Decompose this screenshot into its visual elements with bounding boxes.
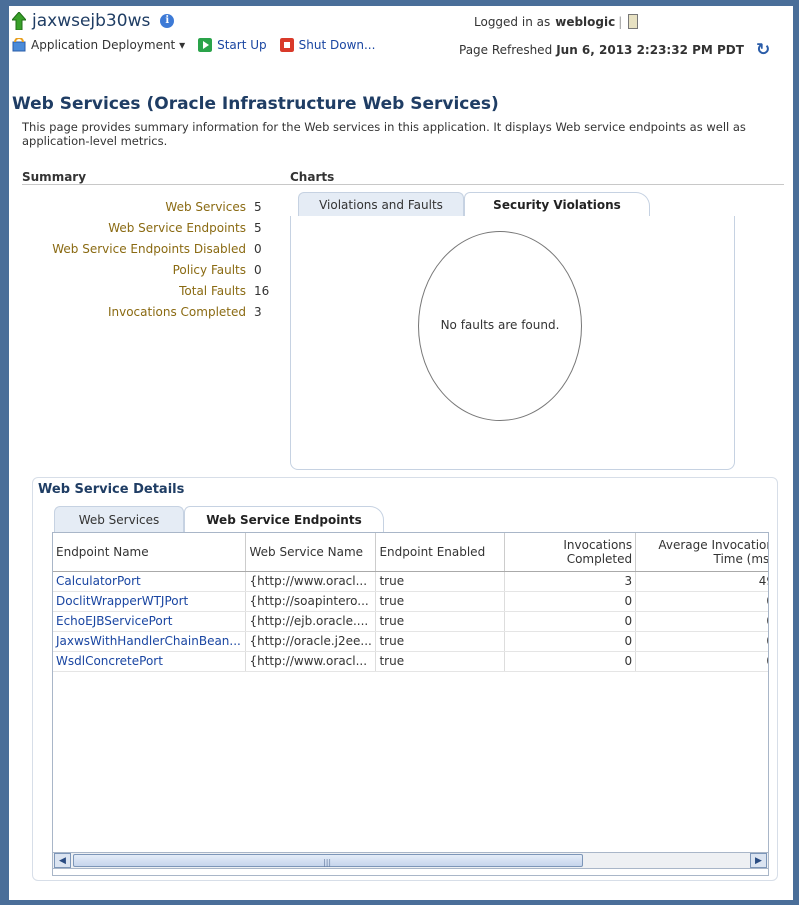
web-service-name: {http://oracle.j2ee... [245, 631, 377, 652]
endpoint-enabled: true [375, 591, 506, 612]
column-header-invocations-completed[interactable]: Invocations Completed [504, 533, 637, 572]
table-row[interactable]: DoclitWrapperWTJPort {http://soapintero.… [53, 591, 768, 612]
up-arrow-icon [12, 12, 26, 30]
charts-heading: Charts [290, 170, 335, 184]
section-divider [22, 184, 784, 185]
summary-row: Total Faults 16 [1, 284, 269, 298]
summary-heading: Summary [22, 170, 87, 184]
scroll-left-button[interactable]: ◀ [54, 853, 71, 868]
column-header-average-invocation-time[interactable]: Average Invocation Time (ms) [635, 533, 768, 572]
invocations-completed: 0 [504, 591, 637, 612]
endpoint-name-link[interactable]: DoclitWrapperWTJPort [53, 591, 247, 612]
endpoint-name-link[interactable]: CalculatorPort [53, 571, 247, 592]
shut-down-button[interactable]: Shut Down... [279, 38, 376, 52]
table-row[interactable]: CalculatorPort {http://www.oracl... true… [53, 571, 768, 592]
endpoint-name-link[interactable]: EchoEJBServicePort [53, 611, 247, 632]
application-deployment-label: Application Deployment ▾ [31, 38, 186, 52]
logged-in-user: weblogic [555, 14, 616, 29]
pager-icon[interactable] [628, 14, 639, 29]
horizontal-scrollbar[interactable]: ◀ ||| ▶ [52, 852, 769, 869]
summary-label: Web Services [165, 200, 246, 214]
tab-security-violations[interactable]: Security Violations [464, 192, 650, 216]
summary-value: 5 [254, 221, 262, 235]
column-header-endpoint-enabled[interactable]: Endpoint Enabled [375, 533, 506, 572]
web-service-name: {http://www.oracl... [245, 571, 377, 592]
invocations-completed: 0 [504, 611, 637, 632]
average-invocation-time: 0 [635, 651, 768, 672]
summary-value: 0 [254, 242, 262, 256]
endpoints-table: Endpoint Name Web Service Name Endpoint … [52, 532, 769, 876]
invocations-completed: 3 [504, 571, 637, 592]
average-invocation-time: 0 [635, 611, 768, 632]
web-service-name: {http://ejb.oracle.... [245, 611, 377, 632]
summary-row: Policy Faults 0 [1, 263, 262, 277]
application-deployment-menu[interactable]: Application Deployment ▾ [12, 38, 185, 52]
endpoint-enabled: true [375, 611, 506, 632]
summary-value: 3 [254, 305, 262, 319]
summary-label: Web Service Endpoints [108, 221, 246, 235]
scroll-right-button[interactable]: ▶ [750, 853, 767, 868]
summary-row: Invocations Completed 3 [1, 305, 262, 319]
average-invocation-time: 0 [635, 591, 768, 612]
app-name: jaxwsejb30ws [32, 11, 151, 31]
invocations-completed: 0 [504, 631, 637, 652]
refresh-icon[interactable]: ↻ [756, 40, 770, 60]
page-title: Web Services (Oracle Infrastructure Web … [12, 94, 499, 114]
summary-label: Policy Faults [172, 263, 246, 277]
shut-down-label: Shut Down... [298, 38, 376, 52]
toolbar: Application Deployment ▾ Start Up Shut D… [12, 38, 388, 52]
page-refreshed-time: Jun 6, 2013 2:23:32 PM PDT [556, 43, 744, 57]
table-header-row: Endpoint Name Web Service Name Endpoint … [53, 533, 768, 572]
info-icon[interactable]: i [160, 14, 175, 28]
table-row[interactable]: EchoEJBServicePort {http://ejb.oracle...… [53, 611, 768, 632]
summary-label: Web Service Endpoints Disabled [52, 242, 246, 256]
shut-down-icon [279, 38, 294, 52]
start-up-button[interactable]: Start Up [198, 38, 267, 52]
summary-row: Web Service Endpoints Disabled 0 [1, 242, 262, 256]
summary-value: 0 [254, 263, 262, 277]
endpoint-name-link[interactable]: JaxwsWithHandlerChainBean... [53, 631, 247, 652]
summary-value: 5 [254, 200, 262, 214]
average-invocation-time: 0 [635, 631, 768, 652]
tab-violations-and-faults[interactable]: Violations and Faults [298, 192, 464, 216]
details-heading: Web Service Details [38, 482, 185, 497]
no-faults-message: No faults are found. [440, 318, 560, 332]
table-row[interactable]: WsdlConcretePort {http://www.oracl... tr… [53, 651, 768, 672]
logged-in-status: Logged in as weblogic | [474, 14, 639, 29]
start-up-label: Start Up [217, 38, 267, 52]
column-header-web-service-name[interactable]: Web Service Name [245, 533, 377, 572]
grip-icon: ||| [323, 858, 332, 867]
tab-web-service-endpoints[interactable]: Web Service Endpoints [184, 506, 384, 532]
summary-label: Invocations Completed [107, 305, 246, 319]
web-service-name: {http://www.oracl... [245, 651, 377, 672]
summary-row: Web Service Endpoints 5 [1, 221, 262, 235]
web-service-name: {http://soapintero... [245, 591, 377, 612]
page-refreshed: Page Refreshed Jun 6, 2013 2:23:32 PM PD… [459, 40, 770, 60]
start-up-icon [198, 38, 213, 52]
invocations-completed: 0 [504, 651, 637, 672]
scrollbar-thumb[interactable]: ||| [73, 854, 583, 867]
summary-label: Total Faults [179, 284, 246, 298]
summary-value: 16 [254, 284, 270, 298]
page-description: This page provides summary information f… [22, 120, 746, 148]
app-title: jaxwsejb30ws i [12, 11, 175, 31]
logged-in-label: Logged in as [474, 14, 551, 29]
average-invocation-time: 49 [635, 571, 768, 592]
endpoint-enabled: true [375, 631, 506, 652]
page-refreshed-label: Page Refreshed [459, 43, 553, 57]
column-header-endpoint-name[interactable]: Endpoint Name [53, 533, 247, 572]
table-row[interactable]: JaxwsWithHandlerChainBean... {http://ora… [53, 631, 768, 652]
tab-web-services[interactable]: Web Services [54, 506, 184, 532]
endpoint-enabled: true [375, 651, 506, 672]
summary-row: Web Services 5 [1, 200, 262, 214]
endpoint-name-link[interactable]: WsdlConcretePort [53, 651, 247, 672]
endpoint-enabled: true [375, 571, 506, 592]
application-deployment-icon [12, 38, 26, 52]
